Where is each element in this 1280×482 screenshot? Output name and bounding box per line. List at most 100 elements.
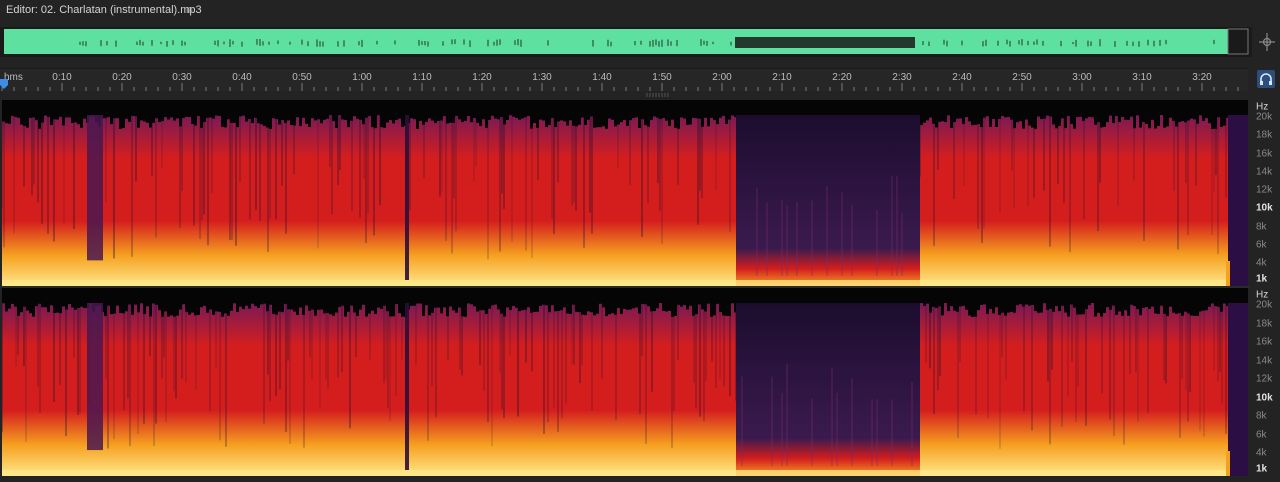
spectral-cutoff bbox=[1049, 303, 1052, 309]
spectral-cutoff bbox=[1121, 303, 1124, 316]
hamburger-menu-icon[interactable]: ≡ bbox=[186, 3, 193, 17]
spectral-cutoff bbox=[248, 303, 251, 309]
spectral-cutoff bbox=[143, 303, 146, 314]
spectral-cutoff bbox=[611, 303, 614, 314]
spectral-cutoff bbox=[695, 115, 698, 119]
headphones-icon bbox=[1260, 73, 1272, 85]
spectral-cutoff bbox=[986, 303, 989, 314]
spectral-cutoff bbox=[386, 303, 389, 312]
spectral-cutoff bbox=[662, 115, 665, 118]
spectral-cutoff bbox=[440, 115, 443, 121]
spectral-cutoff bbox=[80, 115, 83, 128]
spectral-cutoff bbox=[389, 115, 392, 121]
panel-resize-handle[interactable] bbox=[646, 93, 670, 97]
spectral-cutoff bbox=[452, 115, 455, 123]
spectral-cutoff bbox=[1217, 303, 1220, 307]
playhead-marker[interactable] bbox=[0, 79, 8, 89]
spectral-cutoff bbox=[1139, 303, 1142, 316]
spectral-cutoff bbox=[635, 303, 638, 308]
spectral-cutoff bbox=[221, 115, 224, 127]
spectral-cutoff bbox=[56, 115, 59, 120]
spectral-cutoff bbox=[1130, 115, 1133, 117]
frequency-label: 18k bbox=[1256, 318, 1273, 329]
spectral-cutoff bbox=[257, 115, 260, 124]
spectral-cutoff bbox=[1052, 115, 1055, 125]
spectral-cutoff bbox=[1046, 303, 1049, 310]
spectral-cutoff bbox=[692, 115, 695, 118]
spectral-cutoff bbox=[248, 115, 251, 120]
spectral-cutoff bbox=[956, 303, 959, 312]
spectral-cutoff bbox=[428, 115, 431, 119]
spectral-cutoff bbox=[1058, 303, 1061, 312]
spectral-cutoff bbox=[227, 303, 230, 316]
spectral-cutoff bbox=[293, 303, 296, 312]
spectral-cutoff bbox=[1052, 303, 1055, 312]
spectral-cutoff bbox=[1130, 303, 1133, 305]
spectral-cutoff bbox=[179, 115, 182, 127]
spectral-cutoff bbox=[1082, 303, 1085, 315]
spectral-cutoff bbox=[644, 303, 647, 305]
zoom-navigator-icon[interactable] bbox=[1258, 32, 1276, 52]
headphones-button[interactable] bbox=[1257, 70, 1275, 88]
spectral-cutoff bbox=[287, 115, 290, 121]
spectral-cutoff bbox=[425, 115, 428, 122]
spectral-cutoff bbox=[236, 115, 239, 128]
spectral-cutoff bbox=[47, 115, 50, 118]
spectral-cutoff bbox=[596, 303, 599, 314]
spectral-cutoff bbox=[500, 303, 503, 314]
spectral-cutoff bbox=[647, 303, 650, 307]
spectral-cutoff bbox=[347, 303, 350, 312]
spectral-cutoff bbox=[110, 303, 113, 315]
spectral-cutoff bbox=[146, 115, 149, 123]
spectral-cutoff bbox=[11, 303, 14, 304]
spectral-cutoff bbox=[1022, 115, 1025, 129]
spectral-cutoff bbox=[638, 303, 641, 314]
spectral-cutoff bbox=[128, 303, 131, 305]
spectral-cutoff bbox=[1031, 115, 1034, 128]
spectral-cutoff bbox=[416, 303, 419, 304]
spectral-cutoff bbox=[692, 303, 695, 316]
spectral-cutoff bbox=[236, 303, 239, 313]
spectral-channel-right[interactable] bbox=[2, 288, 1248, 476]
spectral-cutoff bbox=[239, 303, 242, 307]
spectral-cutoff bbox=[1172, 115, 1175, 121]
spectral-channel-left[interactable] bbox=[2, 100, 1248, 286]
time-ruler[interactable]: hms 0:10 0:20 0:30 0:40 0:50 1:00 1:10 1:20 1:30… bbox=[0, 68, 1248, 91]
spectral-cutoff bbox=[176, 303, 179, 316]
spectral-cutoff bbox=[278, 115, 281, 125]
spectral-cutoff bbox=[512, 303, 515, 306]
spectral-cutoff bbox=[980, 115, 983, 128]
spectral-cutoff bbox=[581, 115, 584, 118]
spectral-cutoff bbox=[203, 115, 206, 122]
spectral-cutoff bbox=[506, 115, 509, 121]
spectral-cutoff bbox=[581, 303, 584, 315]
spectral-cutoff bbox=[371, 303, 374, 311]
spectral-cutoff bbox=[482, 303, 485, 311]
spectral-cutoff bbox=[1103, 303, 1106, 313]
spectral-cutoff bbox=[569, 115, 572, 121]
frequency-label: 18k bbox=[1256, 129, 1273, 141]
spectral-cutoff bbox=[200, 303, 203, 308]
spectral-cutoff bbox=[260, 303, 263, 305]
spectral-cutoff bbox=[560, 115, 563, 121]
overview-waveform[interactable] bbox=[0, 27, 1252, 57]
spectral-cutoff bbox=[1223, 303, 1226, 304]
spectral-cutoff bbox=[41, 303, 44, 308]
spectral-cutoff bbox=[1184, 115, 1187, 123]
spectral-dip bbox=[405, 115, 409, 280]
spectral-cutoff bbox=[323, 303, 326, 314]
spectral-cutoff bbox=[1205, 303, 1208, 311]
spectral-cutoff bbox=[1175, 115, 1178, 127]
spectral-cutoff bbox=[65, 115, 68, 118]
spectral-cutoff bbox=[1073, 303, 1076, 308]
spectral-cutoff bbox=[398, 115, 401, 119]
spectral-cutoff bbox=[317, 115, 320, 120]
spectral-cutoff bbox=[623, 115, 626, 120]
spectral-cutoff bbox=[629, 115, 632, 121]
spectral-cutoff bbox=[530, 303, 533, 313]
spectral-fade-edge bbox=[1226, 451, 1230, 476]
spectral-cutoff bbox=[485, 115, 488, 129]
spectral-cutoff bbox=[998, 115, 1001, 119]
spectral-cutoff bbox=[716, 303, 719, 304]
spectral-cutoff bbox=[152, 115, 155, 123]
